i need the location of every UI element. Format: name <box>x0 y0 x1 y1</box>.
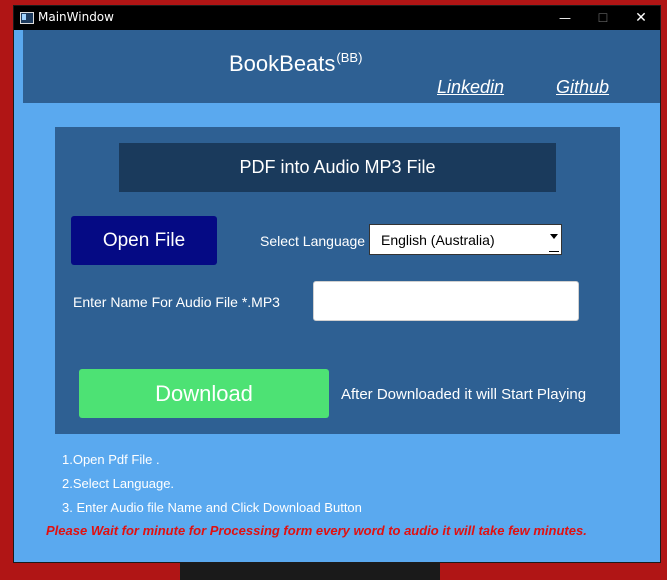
linkedin-link[interactable]: Linkedin <box>437 77 504 98</box>
language-selected-value: English (Australia) <box>381 232 495 248</box>
instruction-step-1: 1.Open Pdf File . <box>62 452 160 467</box>
close-button[interactable]: ✕ <box>622 6 660 30</box>
header: BookBeats(BB) Linkedin Github <box>23 30 660 103</box>
minimize-button[interactable]: — <box>546 6 584 30</box>
audio-name-label: Enter Name For Audio File *.MP3 <box>73 294 280 310</box>
audio-name-input[interactable] <box>313 281 579 321</box>
chevron-down-icon <box>550 234 558 239</box>
open-file-button[interactable]: Open File <box>71 216 217 265</box>
app-icon <box>20 12 34 24</box>
processing-warning: Please Wait for minute for Processing fo… <box>46 523 587 538</box>
language-select[interactable]: English (Australia) <box>369 224 562 255</box>
brand-title: BookBeats(BB) <box>229 50 362 77</box>
instruction-step-2: 2.Select Language. <box>62 476 175 491</box>
instruction-step-3: 3. Enter Audio file Name and Click Downl… <box>62 500 362 515</box>
after-download-note: After Downloaded it will Start Playing <box>341 386 587 403</box>
panel-title: PDF into Audio MP3 File <box>119 143 556 192</box>
main-window: MainWindow — ☐ ✕ BookBeats(BB) Linkedin … <box>14 6 660 562</box>
select-underline <box>549 251 559 252</box>
brand-name: BookBeats <box>229 51 336 76</box>
download-button[interactable]: Download <box>79 369 329 418</box>
brand-superscript: (BB) <box>336 50 363 65</box>
language-label: Select Language : <box>260 233 373 249</box>
main-panel: PDF into Audio MP3 File Open File Select… <box>55 127 620 434</box>
window-title: MainWindow <box>38 10 114 24</box>
title-bar[interactable]: MainWindow — ☐ ✕ <box>14 6 660 30</box>
maximize-button[interactable]: ☐ <box>584 6 622 30</box>
github-link[interactable]: Github <box>556 77 609 98</box>
